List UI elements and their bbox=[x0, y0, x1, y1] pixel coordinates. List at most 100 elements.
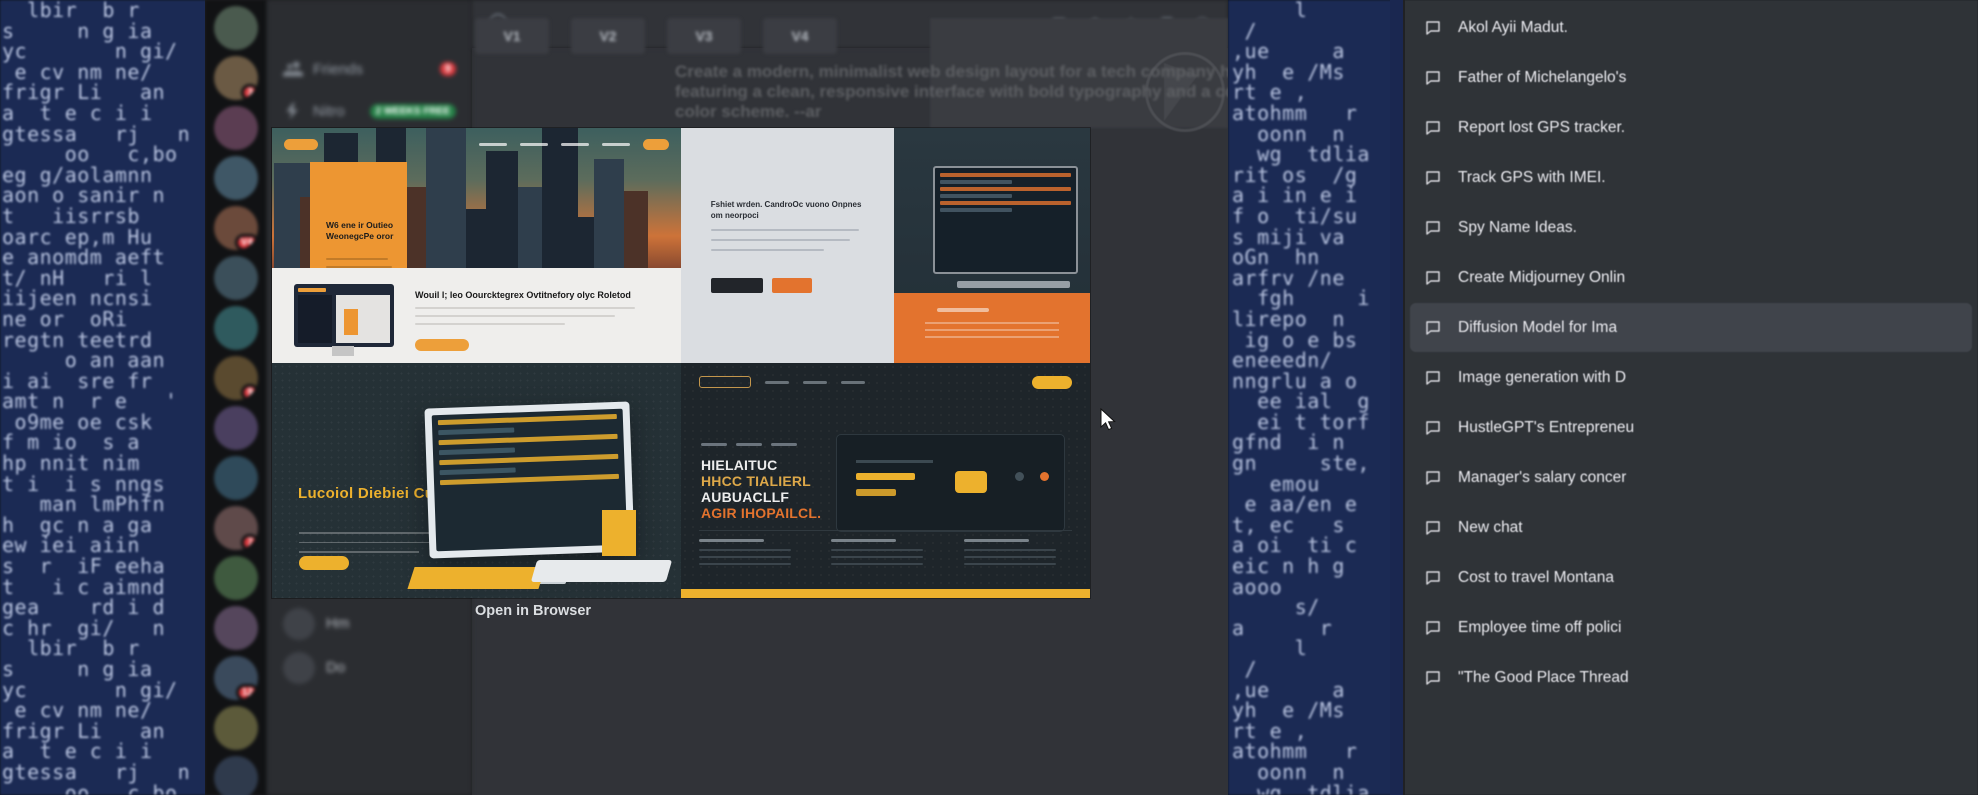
generated-image-tile-4[interactable]: HIELAITUC HHCC TIALIERL AUBUACLLF AGIR I… bbox=[681, 363, 1090, 598]
server-icon[interactable] bbox=[214, 606, 258, 650]
generated-image-tile-1[interactable]: W6 ene ir Outieo WeonegcPe oror Wouil l;… bbox=[272, 128, 681, 363]
server-badge: 7 bbox=[241, 534, 258, 550]
chat-bubble-icon bbox=[1424, 419, 1442, 437]
tile4-headline-line1: HIELAITUC bbox=[701, 457, 778, 473]
tile2-keyboard bbox=[956, 280, 1071, 288]
panel-divider bbox=[1403, 0, 1405, 795]
tile2-headline: Fshiet wrden. CandroOc vuono Onpnes om n… bbox=[710, 199, 862, 220]
tile4-headline-line4: AGIR IHOPAILCL. bbox=[701, 505, 822, 521]
server-icon[interactable] bbox=[214, 306, 258, 350]
code-editor-left-text: lbir b r s n g ia yc n gi/ e cv nm ne/ f… bbox=[2, 0, 191, 795]
server-icon[interactable] bbox=[214, 556, 258, 600]
tile1-nav-cta bbox=[643, 138, 669, 150]
chat-bubble-icon bbox=[1424, 569, 1442, 587]
chat-history-item[interactable]: Manager's salary concer bbox=[1410, 453, 1972, 502]
tile3-cta-button bbox=[299, 556, 349, 570]
server-icon[interactable]: 3 bbox=[214, 56, 258, 100]
chat-bubble-icon bbox=[1424, 269, 1442, 287]
variation-button-v1[interactable]: V1 bbox=[475, 18, 549, 54]
chat-history-item[interactable]: Image generation with D bbox=[1410, 353, 1972, 402]
chat-history-item[interactable]: New chat bbox=[1410, 503, 1972, 552]
tile4-nav-cta bbox=[1032, 375, 1072, 389]
nitro-icon bbox=[283, 101, 303, 121]
friends-badge: 9 bbox=[439, 62, 456, 76]
chat-bubble-icon bbox=[1424, 469, 1442, 487]
server-badge: V4 bbox=[234, 234, 258, 250]
tile1-feature-text: Wouil l; leo Oourcktegrex Ovtitnefory ol… bbox=[415, 289, 665, 325]
dm-list-item[interactable]: Hm bbox=[275, 602, 464, 646]
chat-history-item-label: Create Midjourney Onlin bbox=[1458, 268, 1626, 286]
sidebar-item-friends-label: Friends bbox=[313, 60, 364, 78]
sidebar-item-friends[interactable]: Friends 9 bbox=[275, 48, 464, 90]
generated-image-tile-2[interactable]: Fshiet wrden. CandroOc vuono Onpnes om n… bbox=[681, 128, 1090, 363]
prompt-text: Create a modern, minimalist web design l… bbox=[675, 62, 1228, 121]
chat-history-item-label: Akol Ayii Madut. bbox=[1458, 18, 1568, 36]
chat-history-item[interactable]: HustleGPT's Entrepreneu bbox=[1410, 403, 1972, 452]
server-icon[interactable] bbox=[214, 106, 258, 150]
variation-button-v3[interactable]: V3 bbox=[667, 18, 741, 54]
server-icon[interactable]: 12 bbox=[214, 656, 258, 700]
code-editor-right-text: l / ,ue a yh e /Ms rt e , atohmm r oonn … bbox=[1232, 0, 1370, 795]
chat-history-sidebar[interactable]: Akol Ayii Madut. Father of Michelangelo's… bbox=[1404, 0, 1978, 795]
sidebar-item-nitro[interactable]: Nitro 2 WEEKS FREE bbox=[275, 90, 464, 132]
chat-history-item[interactable]: Report lost GPS tracker. bbox=[1410, 103, 1972, 152]
server-icon[interactable] bbox=[214, 156, 258, 200]
chat-history-item[interactable]: Spy Name Ideas. bbox=[1410, 203, 1972, 252]
server-icon[interactable] bbox=[214, 256, 258, 300]
chat-history-item-label: Image generation with D bbox=[1458, 368, 1627, 386]
server-icon[interactable] bbox=[214, 406, 258, 450]
tile1-monitor-stand bbox=[332, 346, 354, 356]
variation-button-v2[interactable]: V2 bbox=[571, 18, 645, 54]
server-icon[interactable]: 7 bbox=[214, 506, 258, 550]
chat-bubble-icon bbox=[1424, 669, 1442, 687]
chat-history-item[interactable]: Diffusion Model for Ima bbox=[1410, 303, 1972, 352]
chat-history-item-label: Father of Michelangelo's bbox=[1458, 68, 1627, 86]
dm-list-item[interactable]: Do bbox=[275, 646, 464, 690]
chat-history-item[interactable]: Cost to travel Montana bbox=[1410, 553, 1972, 602]
tile4-yellow-bar bbox=[681, 589, 1090, 598]
variation-button-v4[interactable]: V4 bbox=[763, 18, 837, 54]
tile4-navbar bbox=[699, 375, 1072, 389]
tile4-headline: HIELAITUC HHCC TIALIERL AUBUACLLF AGIR I… bbox=[701, 457, 821, 521]
chat-history-item[interactable]: "The Good Place Thread bbox=[1410, 653, 1972, 702]
server-icon[interactable] bbox=[214, 756, 258, 795]
dm-list-item-name: Hm bbox=[326, 615, 350, 633]
tile2-secondary-button bbox=[710, 278, 763, 294]
generated-image-tile-3[interactable]: Lucoiol Diebiei Cup bcecitn rtlipen bbox=[272, 363, 681, 598]
tile2-left-panel: Fshiet wrden. CandroOc vuono Onpnes om n… bbox=[681, 128, 894, 363]
chat-history-item[interactable]: Father of Michelangelo's bbox=[1410, 53, 1972, 102]
server-badge: 3 bbox=[241, 84, 258, 100]
tile2-card: Fshiet wrden. CandroOc vuono Onpnes om n… bbox=[710, 199, 873, 251]
chat-history-item-label: Diffusion Model for Ima bbox=[1458, 318, 1618, 336]
tile4-footer bbox=[699, 530, 1072, 588]
chat-history-item[interactable]: Track GPS with IMEI. bbox=[1410, 153, 1972, 202]
server-icon[interactable] bbox=[214, 6, 258, 50]
variation-button-row[interactable]: V1 V2 V3 V4 bbox=[475, 18, 975, 58]
chat-history-item-label: Spy Name Ideas. bbox=[1458, 218, 1577, 236]
chat-history-item[interactable]: Employee time off polici bbox=[1410, 603, 1972, 652]
server-icon[interactable]: V4 bbox=[214, 206, 258, 250]
tile1-feature-button bbox=[415, 339, 469, 351]
chat-history-list[interactable]: Akol Ayii Madut. Father of Michelangelo's… bbox=[1404, 3, 1978, 702]
chat-history-item-label: Cost to travel Montana bbox=[1458, 568, 1614, 586]
tile3-yellow-pad bbox=[407, 566, 546, 589]
code-editor-left-pane: lbir b r s n g ia yc n gi/ e cv nm ne/ f… bbox=[0, 0, 222, 795]
open-in-browser-link[interactable]: Open in Browser bbox=[475, 603, 591, 619]
tile4-eyebrow bbox=[701, 442, 797, 446]
generated-image-grid[interactable]: W6 ene ir Outieo WeonegcPe oror Wouil l;… bbox=[272, 128, 1090, 598]
server-icon[interactable]: 9 bbox=[214, 356, 258, 400]
server-icon[interactable] bbox=[214, 706, 258, 750]
tile1-logo bbox=[284, 138, 318, 150]
code-minimap[interactable] bbox=[1390, 0, 1404, 795]
chat-bubble-icon bbox=[1424, 319, 1442, 337]
tile3-screen bbox=[432, 409, 628, 552]
nitro-pill: 2 WEEKS FREE bbox=[369, 103, 456, 119]
chat-history-item[interactable]: Akol Ayii Madut. bbox=[1410, 3, 1972, 52]
tile4-headline-line2: HHCC TIALIERL bbox=[701, 473, 811, 489]
tile1-nav-links bbox=[479, 138, 669, 150]
tile4-chip-core bbox=[955, 471, 988, 494]
server-icon[interactable] bbox=[214, 456, 258, 500]
server-rail[interactable]: 3V497121 bbox=[205, 0, 267, 795]
chat-history-item-label: Report lost GPS tracker. bbox=[1458, 118, 1626, 136]
chat-history-item[interactable]: Create Midjourney Onlin bbox=[1410, 253, 1972, 302]
